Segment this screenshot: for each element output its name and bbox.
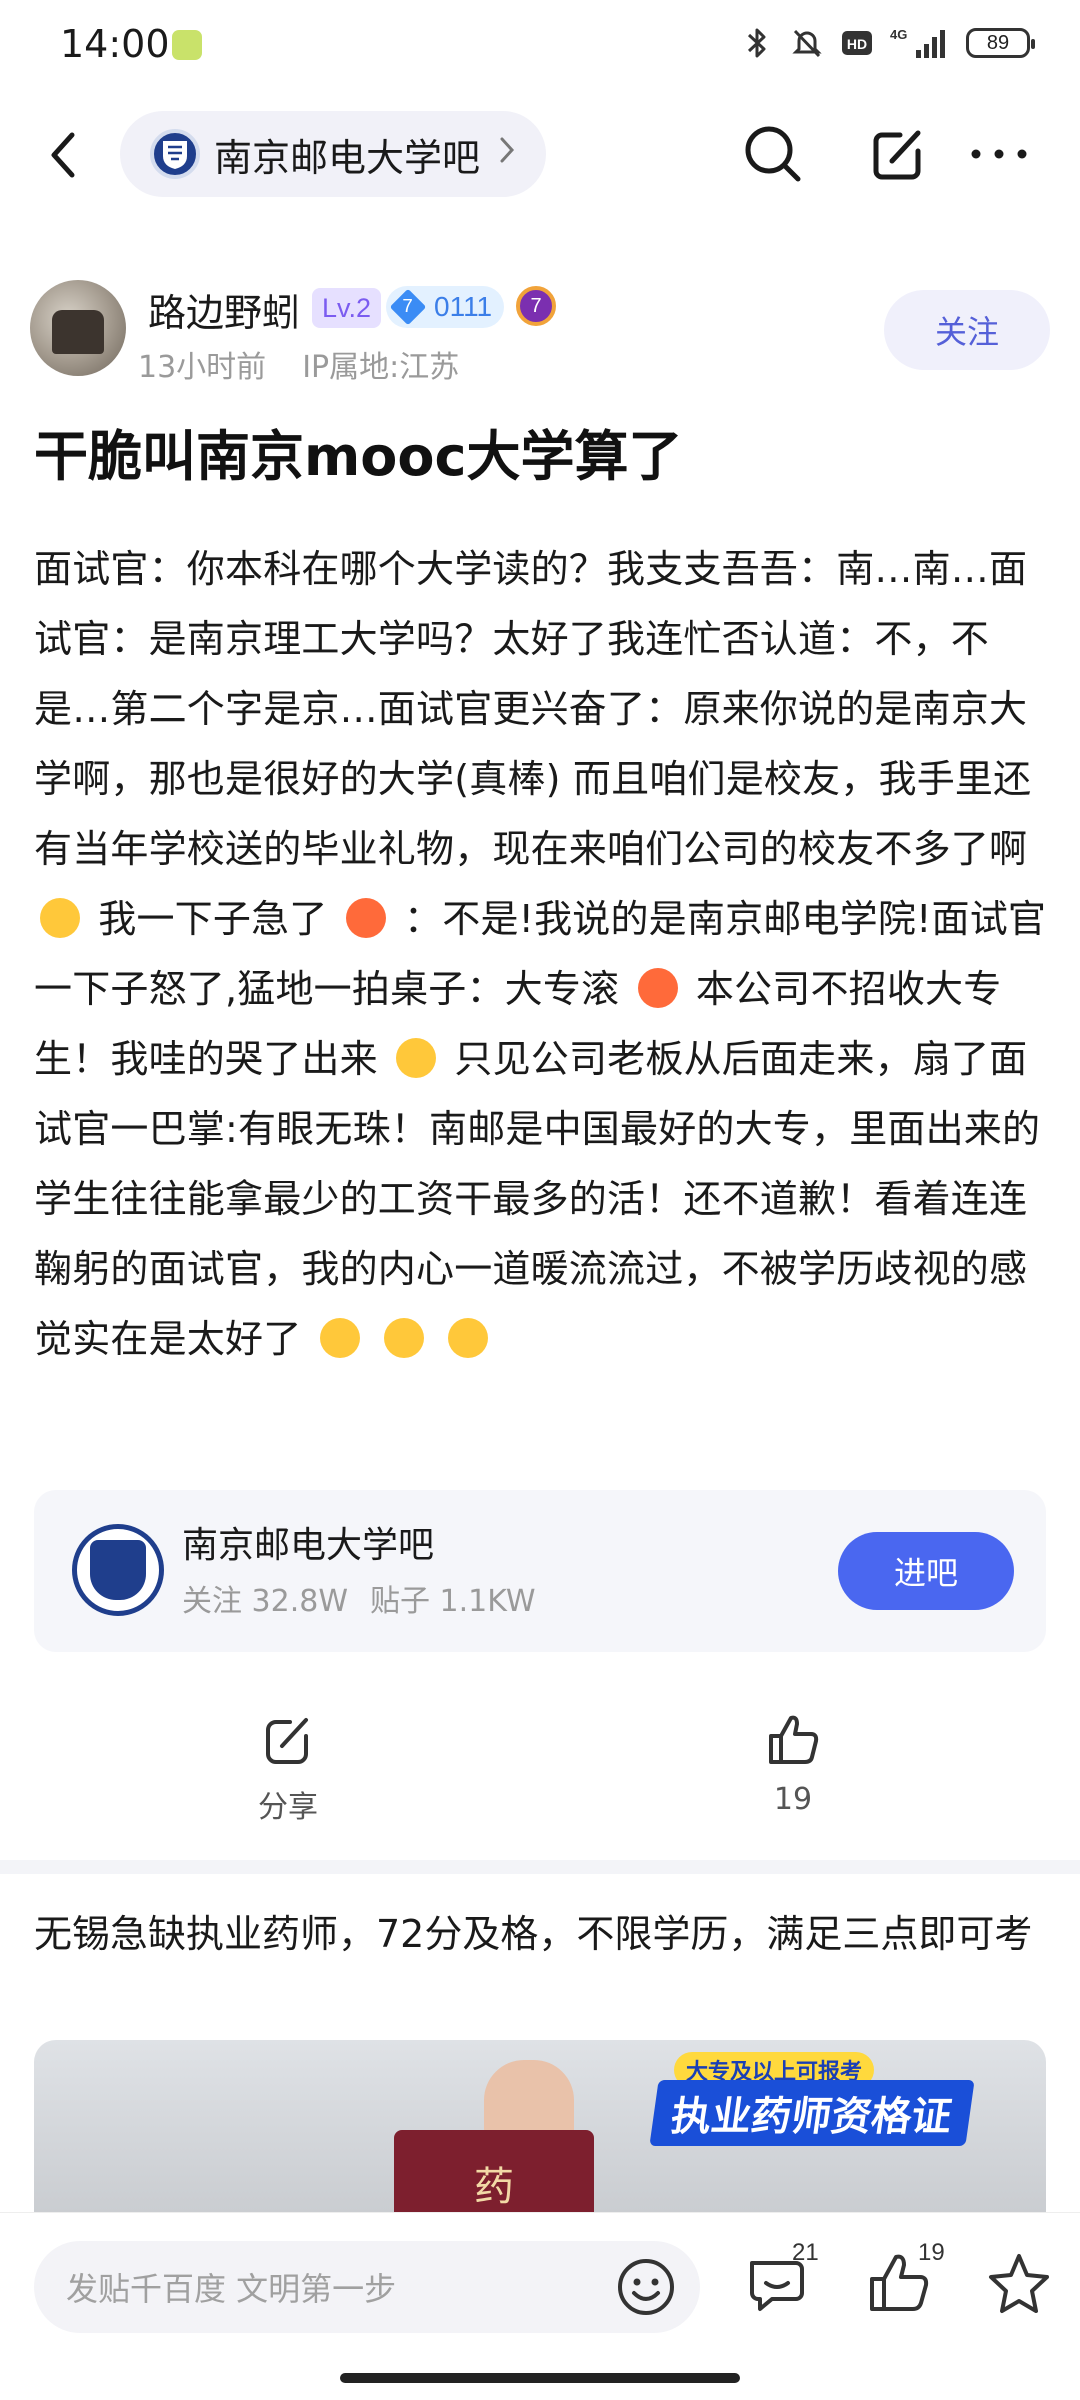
battery-icon: 89 xyxy=(966,28,1035,58)
hd-icon: HD xyxy=(840,26,874,60)
crying-emoji-icon xyxy=(448,1318,489,1358)
edit-share-icon[interactable] xyxy=(866,121,932,187)
post-body-text: 只见公司老板从后面走来，扇了面试官一巴掌:有眼无珠！南邮是中国最好的大专，里面出… xyxy=(34,1037,1041,1361)
crying-emoji-icon xyxy=(396,1038,437,1078)
bottom-bar: 发贴千百度 文明第一步 21 19 xyxy=(0,2212,1080,2400)
image-book: 药 xyxy=(394,2130,594,2220)
like-count: 19 xyxy=(773,1782,813,1817)
forum-posts: 贴子 1.1KW xyxy=(370,1584,536,1619)
medal-badge-icon: 7 xyxy=(516,286,556,326)
forum-card-name: 南京邮电大学吧 xyxy=(182,1525,435,1566)
forum-pill[interactable]: 南京邮电大学吧 xyxy=(120,111,547,197)
ip-location: IP属地:江苏 xyxy=(302,350,460,385)
share-label: 分享 xyxy=(258,1790,318,1825)
chevron-right-icon xyxy=(498,134,516,174)
forum-card-stats: 关注 32.8W 贴子 1.1KW xyxy=(182,1576,536,1620)
follow-button[interactable]: 关注 xyxy=(884,290,1050,370)
gem-badge: 7 0111 xyxy=(386,286,505,328)
author-meta: 13小时前 IP属地:江苏 xyxy=(138,342,459,386)
more-icon[interactable] xyxy=(964,121,1034,187)
share-icon xyxy=(266,1718,308,1764)
gem-id: 0111 xyxy=(434,291,493,322)
post-time: 13小时前 xyxy=(138,350,267,385)
grin-emoji-icon xyxy=(40,898,80,938)
status-bar: 14:00 HD 4G 89 xyxy=(0,0,1080,90)
share-action[interactable]: 分享 xyxy=(228,1710,348,1826)
svg-text:4G: 4G xyxy=(890,27,907,42)
post-title: 干脆叫南京mooc大学算了 xyxy=(34,425,683,488)
forum-logo-icon xyxy=(72,1524,164,1616)
angry-emoji-icon xyxy=(345,898,386,938)
gem-level: 7 xyxy=(402,296,414,317)
bluetooth-icon xyxy=(740,26,774,60)
post-body: 面试官：你本科在哪个大学读的？我支支吾吾：南…南…面试官：是南京理工大学吗？太好… xyxy=(34,534,1054,1374)
bottom-like-count: 19 xyxy=(918,2239,945,2266)
app-notification-icon xyxy=(172,30,202,60)
4g-signal-icon: 4G xyxy=(890,26,950,60)
home-indicator[interactable] xyxy=(340,2373,740,2383)
like-action[interactable]: 19 xyxy=(733,1710,853,1817)
section-divider xyxy=(0,1860,1080,1874)
reply-placeholder: 发贴千百度 文明第一步 xyxy=(66,2270,397,2308)
author-row: 路边野蚓 Lv.2 7 0111 7 13小时前 IP属地:江苏 关注 xyxy=(30,280,1050,390)
thumbs-up-icon xyxy=(769,1715,819,1764)
forum-card[interactable]: 南京邮电大学吧 关注 32.8W 贴子 1.1KW 进吧 xyxy=(34,1490,1046,1652)
level-badge: Lv.2 xyxy=(312,288,382,328)
reply-input[interactable]: 发贴千百度 文明第一步 xyxy=(34,2241,700,2333)
author-name[interactable]: 路边野蚓 xyxy=(148,282,300,337)
enter-forum-button[interactable]: 进吧 xyxy=(838,1532,1014,1610)
image-banner: 执业药师资格证 xyxy=(649,2080,975,2146)
comment-count: 21 xyxy=(792,2239,819,2266)
forum-followers: 关注 32.8W xyxy=(182,1584,348,1619)
emoji-icon[interactable] xyxy=(614,2255,678,2319)
crying-emoji-icon xyxy=(319,1318,360,1358)
forum-logo-icon xyxy=(150,129,200,179)
status-time: 14:00 xyxy=(60,22,170,66)
rage-emoji-icon xyxy=(637,968,678,1008)
status-icons: HD 4G 89 xyxy=(740,26,1035,60)
next-post-title[interactable]: 无锡急缺执业药师，72分及格，不限学历，满足三点即可考 xyxy=(34,1904,1044,1964)
svg-text:HD: HD xyxy=(847,36,867,52)
post-body-text: 我一下子急了 xyxy=(98,897,328,941)
forum-pill-name: 南京邮电大学吧 xyxy=(214,135,481,180)
mute-icon xyxy=(790,26,824,60)
top-nav: 南京邮电大学吧 xyxy=(0,105,1080,205)
star-icon[interactable] xyxy=(984,2249,1054,2319)
avatar[interactable] xyxy=(30,280,126,376)
gem-icon: 7 xyxy=(389,288,427,326)
search-icon[interactable] xyxy=(740,121,806,187)
back-arrow-icon[interactable] xyxy=(40,123,90,187)
post-body-text: 面试官：你本科在哪个大学读的？我支支吾吾：南…南…面试官：是南京理工大学吗？太好… xyxy=(34,547,1032,871)
crying-emoji-icon xyxy=(383,1318,424,1358)
next-post-image[interactable]: 药 大专及以上可报考 执业药师资格证 xyxy=(34,2040,1046,2220)
